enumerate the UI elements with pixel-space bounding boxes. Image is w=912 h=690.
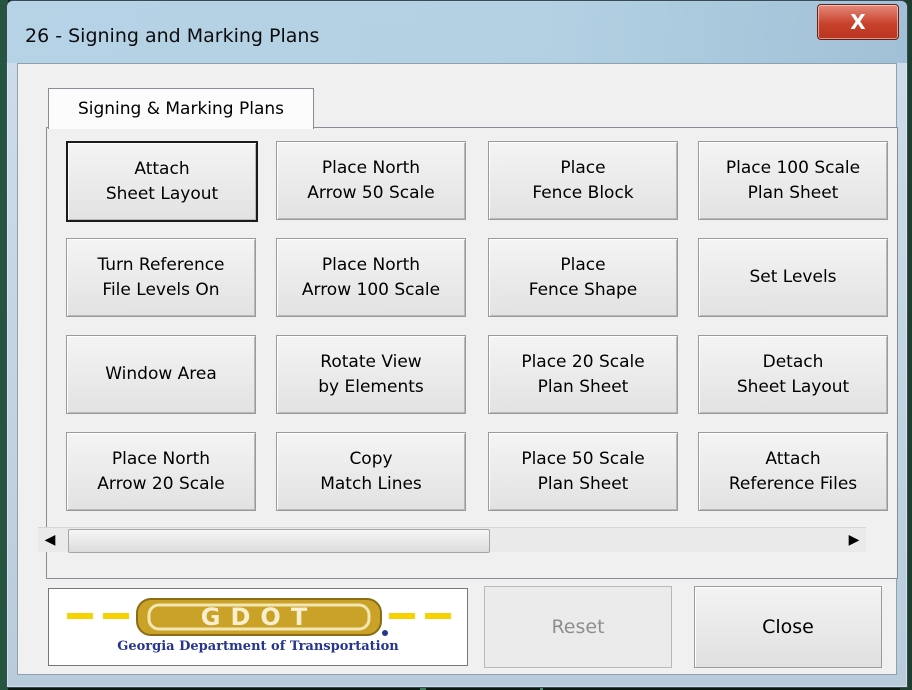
- place-50-scale-plan-sheet-button[interactable]: Place 50 Scale Plan Sheet: [488, 432, 678, 511]
- set-levels-button[interactable]: Set Levels: [698, 238, 888, 317]
- tab-panel: Attach Sheet Layout Place North Arrow 50…: [46, 127, 898, 579]
- turn-reference-file-levels-on-button[interactable]: Turn Reference File Levels On: [66, 238, 256, 317]
- attach-reference-files-button[interactable]: Attach Reference Files: [698, 432, 888, 511]
- place-fence-block-button[interactable]: Place Fence Block: [488, 141, 678, 220]
- dialog-window: 26 - Signing and Marking Plans X Signing…: [6, 0, 908, 688]
- title-bar[interactable]: 26 - Signing and Marking Plans X: [7, 1, 907, 63]
- scroll-left-icon[interactable]: ◀: [40, 530, 60, 550]
- place-north-arrow-100-scale-button[interactable]: Place North Arrow 100 Scale: [276, 238, 466, 317]
- horizontal-scrollbar[interactable]: ◀ ▶: [38, 527, 866, 553]
- window-area-button[interactable]: Window Area: [66, 335, 256, 414]
- attach-sheet-layout-button[interactable]: Attach Sheet Layout: [66, 141, 258, 222]
- gdot-logo-graphic: GDOT: [67, 598, 451, 636]
- scroll-thumb[interactable]: [68, 529, 490, 553]
- logo-caption: Georgia Department of Transportation: [117, 639, 399, 654]
- close-button[interactable]: Close: [694, 586, 882, 668]
- detach-sheet-layout-button[interactable]: Detach Sheet Layout: [698, 335, 888, 414]
- dialog-client-area: Signing & Marking Plans Attach Sheet Lay…: [17, 63, 898, 675]
- close-icon: X: [850, 10, 866, 34]
- window-title: 26 - Signing and Marking Plans: [25, 25, 320, 47]
- place-fence-shape-button[interactable]: Place Fence Shape: [488, 238, 678, 317]
- place-north-arrow-20-scale-button[interactable]: Place North Arrow 20 Scale: [66, 432, 256, 511]
- copy-match-lines-button[interactable]: Copy Match Lines: [276, 432, 466, 511]
- tab-signing-marking-plans[interactable]: Signing & Marking Plans: [48, 88, 314, 129]
- rotate-view-by-elements-button[interactable]: Rotate View by Elements: [276, 335, 466, 414]
- reset-button[interactable]: Reset: [484, 586, 672, 668]
- place-20-scale-plan-sheet-button[interactable]: Place 20 Scale Plan Sheet: [488, 335, 678, 414]
- gdot-logo: GDOT Georgia Department of Transportatio…: [48, 588, 468, 666]
- close-window-button[interactable]: X: [817, 4, 899, 40]
- svg-text:GDOT: GDOT: [201, 603, 317, 631]
- place-100-scale-plan-sheet-button[interactable]: Place 100 Scale Plan Sheet: [698, 141, 888, 220]
- scroll-right-icon[interactable]: ▶: [844, 530, 864, 550]
- place-north-arrow-50-scale-button[interactable]: Place North Arrow 50 Scale: [276, 141, 466, 220]
